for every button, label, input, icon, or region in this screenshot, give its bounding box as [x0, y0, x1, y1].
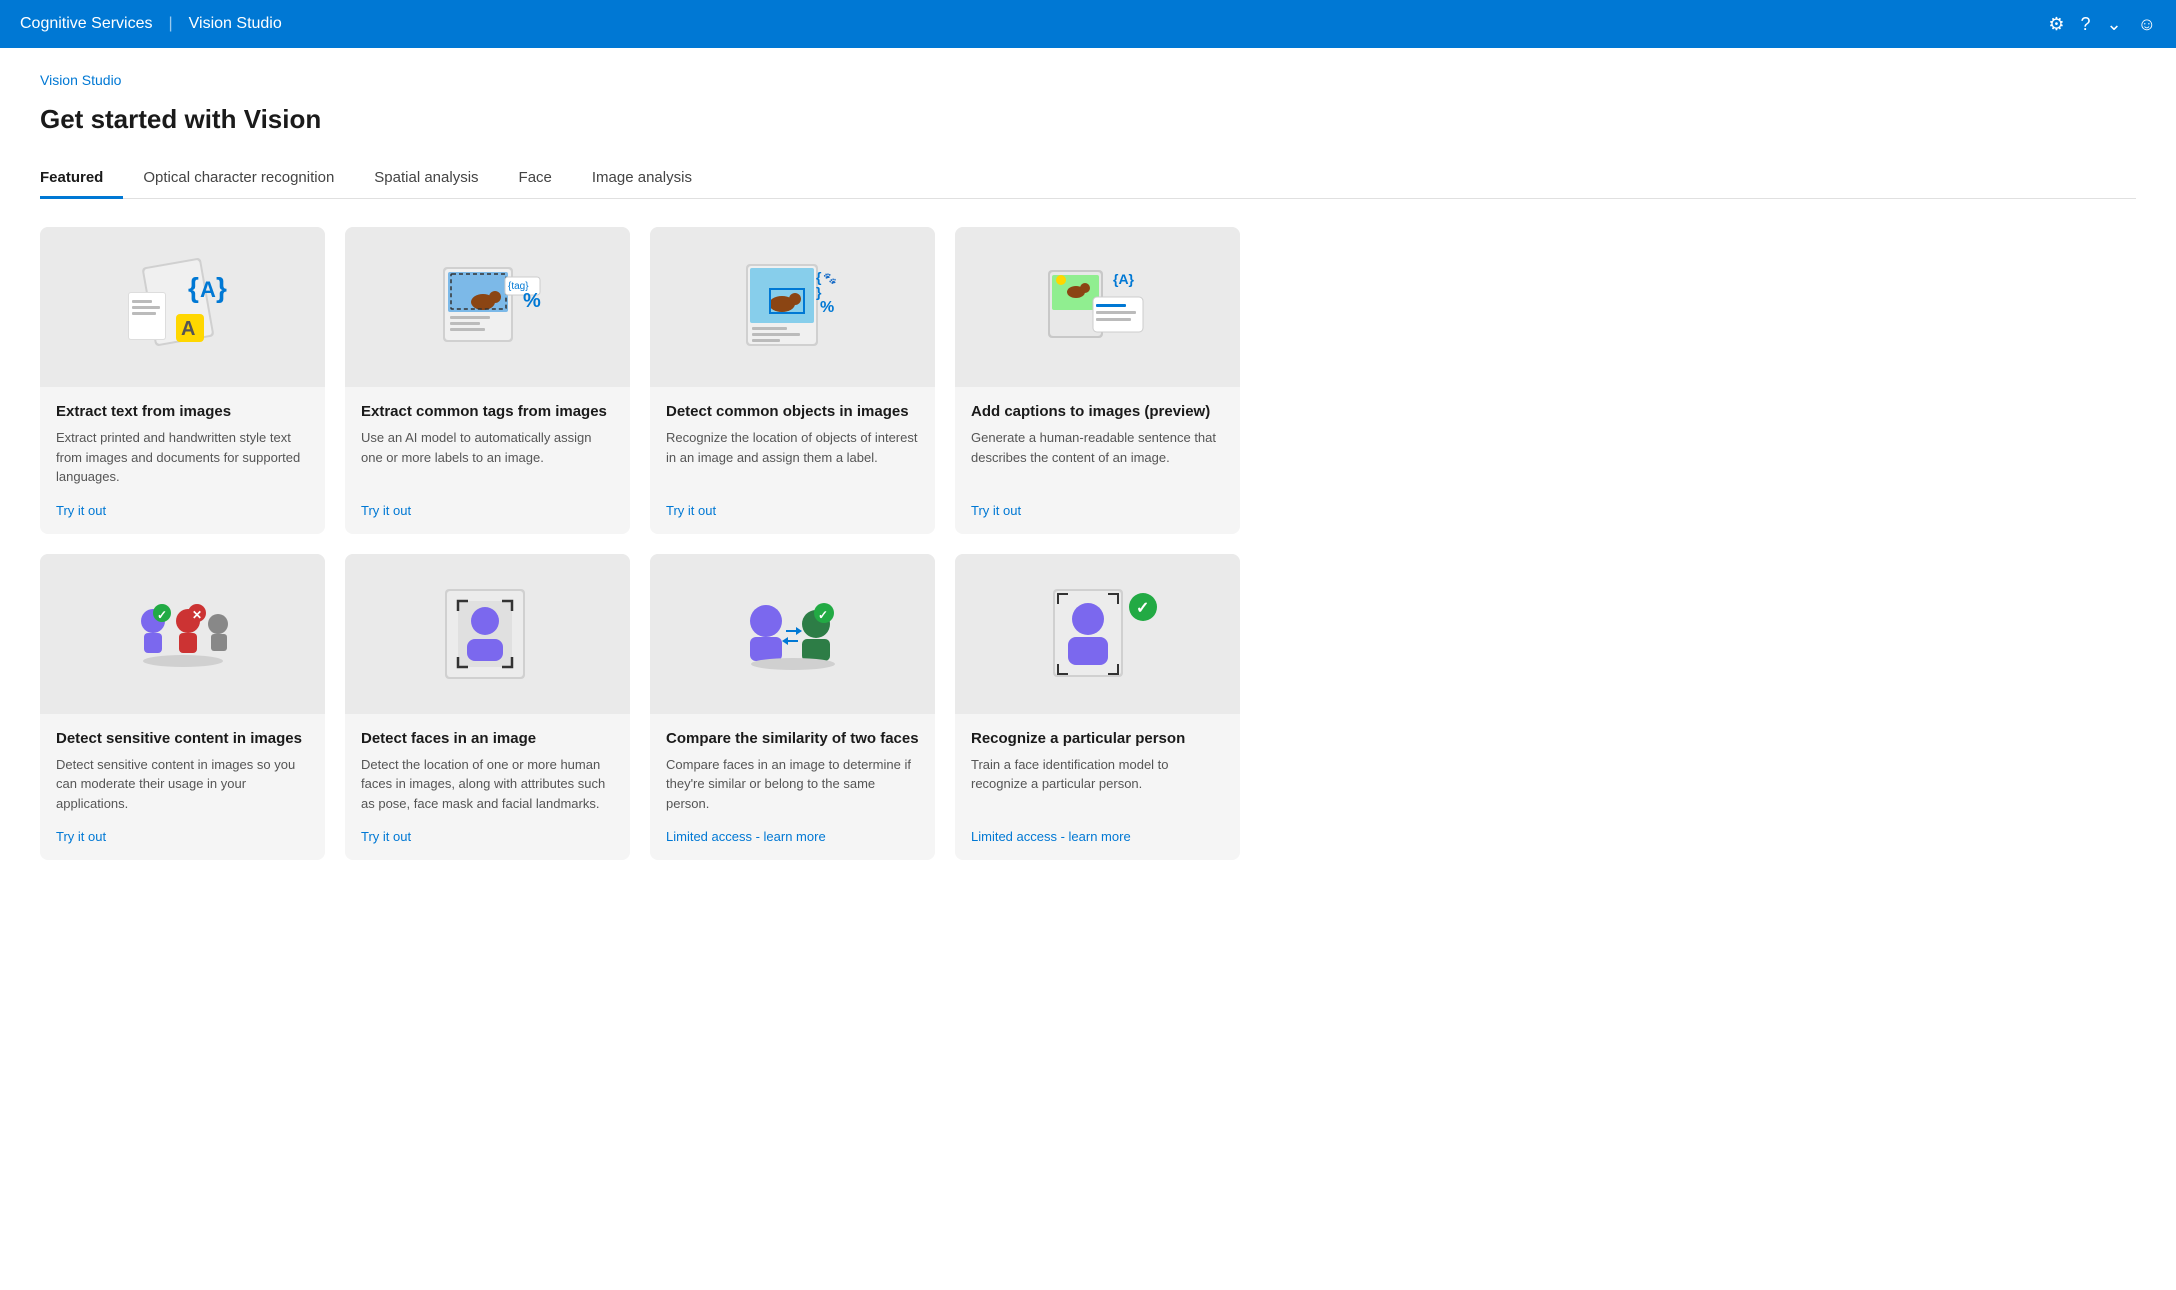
card-detect-sensitive-link[interactable]: Try it out: [56, 829, 309, 844]
card-extract-tags: {tag} % Extract common tags from images …: [345, 227, 630, 534]
card-extract-tags-link[interactable]: Try it out: [361, 503, 614, 518]
svg-text:✓: ✓: [157, 608, 167, 622]
card-extract-tags-image: {tag} %: [345, 227, 630, 387]
card-extract-text-body: Extract text from images Extract printed…: [40, 387, 325, 534]
card-detect-objects: { 🐾 } % Detect common objects in images …: [650, 227, 935, 534]
card-compare-faces-title: Compare the similarity of two faces: [666, 730, 919, 747]
svg-text:}: }: [216, 272, 227, 303]
tab-face[interactable]: Face: [499, 159, 572, 199]
card-add-captions-description: Generate a human-readable sentence that …: [971, 428, 1224, 487]
card-detect-faces: Detect faces in an image Detect the loca…: [345, 554, 630, 861]
top-navigation: Cognitive Services | Vision Studio ⚙ ? ⌄…: [0, 0, 2176, 48]
nav-divider: |: [169, 15, 173, 33]
svg-text:✕: ✕: [192, 608, 202, 622]
chevron-down-icon[interactable]: ⌄: [2107, 14, 2122, 35]
card-detect-faces-body: Detect faces in an image Detect the loca…: [345, 714, 630, 861]
main-content: Vision Studio Get started with Vision Fe…: [0, 48, 2176, 1290]
detect-faces-illustration: [423, 569, 553, 699]
card-add-captions-title: Add captions to images (preview): [971, 403, 1224, 420]
card-extract-tags-title: Extract common tags from images: [361, 403, 614, 420]
card-add-captions-body: Add captions to images (preview) Generat…: [955, 387, 1240, 534]
card-detect-objects-description: Recognize the location of objects of int…: [666, 428, 919, 487]
card-detect-faces-title: Detect faces in an image: [361, 730, 614, 747]
extract-tags-illustration: {tag} %: [423, 242, 553, 372]
compare-faces-illustration: ✓: [728, 569, 858, 699]
card-add-captions: {A} Add captions to images (preview) Gen…: [955, 227, 1240, 534]
tab-image-analysis[interactable]: Image analysis: [572, 159, 712, 199]
card-detect-sensitive-title: Detect sensitive content in images: [56, 730, 309, 747]
recognize-person-illustration: ✓: [1033, 569, 1163, 699]
card-compare-faces-description: Compare faces in an image to determine i…: [666, 755, 919, 814]
nav-icons: ⚙ ? ⌄ ☺: [2048, 14, 2156, 35]
card-compare-faces: ✓ Compare the similarity of two faces Co…: [650, 554, 935, 861]
svg-text:A: A: [200, 277, 216, 302]
svg-text:%: %: [820, 299, 834, 316]
card-detect-faces-description: Detect the location of one or more human…: [361, 755, 614, 814]
card-recognize-person-link[interactable]: Limited access - learn more: [971, 829, 1224, 844]
card-detect-sensitive-body: Detect sensitive content in images Detec…: [40, 714, 325, 861]
card-recognize-person-title: Recognize a particular person: [971, 730, 1224, 747]
card-detect-objects-image: { 🐾 } %: [650, 227, 935, 387]
nav-title: Cognitive Services: [20, 15, 153, 33]
card-extract-text-title: Extract text from images: [56, 403, 309, 420]
card-detect-sensitive-image: ✓ ✕: [40, 554, 325, 714]
card-grid-row1: { A } A Extract text from images Extract…: [40, 227, 1240, 534]
card-extract-tags-body: Extract common tags from images Use an A…: [345, 387, 630, 534]
card-extract-text-description: Extract printed and handwritten style te…: [56, 428, 309, 487]
card-compare-faces-image: ✓: [650, 554, 935, 714]
svg-text:✓: ✓: [1136, 600, 1149, 617]
svg-text:%: %: [523, 290, 541, 312]
card-detect-objects-link[interactable]: Try it out: [666, 503, 919, 518]
card-add-captions-image: {A}: [955, 227, 1240, 387]
add-captions-illustration: {A}: [1033, 242, 1163, 372]
card-extract-text-image: { A } A: [40, 227, 325, 387]
card-compare-faces-link[interactable]: Limited access - learn more: [666, 829, 919, 844]
card-recognize-person-description: Train a face identification model to rec…: [971, 755, 1224, 814]
card-recognize-person-body: Recognize a particular person Train a fa…: [955, 714, 1240, 861]
detect-objects-illustration: { 🐾 } %: [728, 242, 858, 372]
card-detect-faces-image: [345, 554, 630, 714]
tab-spatial[interactable]: Spatial analysis: [354, 159, 498, 199]
extract-text-illustration: { A } A: [118, 242, 248, 372]
card-recognize-person-image: ✓: [955, 554, 1240, 714]
card-detect-sensitive-description: Detect sensitive content in images so yo…: [56, 755, 309, 814]
nav-brand: Cognitive Services | Vision Studio: [20, 15, 282, 33]
user-avatar-icon[interactable]: ☺: [2138, 14, 2156, 35]
svg-text:{: {: [816, 269, 822, 285]
svg-text:🐾: 🐾: [823, 273, 837, 285]
svg-text:}: }: [816, 284, 822, 300]
tab-featured[interactable]: Featured: [40, 159, 123, 199]
card-detect-objects-title: Detect common objects in images: [666, 403, 919, 420]
breadcrumb[interactable]: Vision Studio: [40, 72, 2136, 88]
card-grid-row2: ✓ ✕ Detect sensitive content in images D…: [40, 554, 1240, 861]
gear-icon[interactable]: ⚙: [2048, 14, 2064, 35]
nav-subtitle: Vision Studio: [189, 15, 282, 33]
tab-ocr[interactable]: Optical character recognition: [123, 159, 354, 199]
detect-sensitive-illustration: ✓ ✕: [118, 569, 248, 699]
card-extract-tags-description: Use an AI model to automatically assign …: [361, 428, 614, 487]
svg-text:{A}: {A}: [1113, 271, 1135, 287]
card-detect-sensitive: ✓ ✕ Detect sensitive content in images D…: [40, 554, 325, 861]
svg-text:A: A: [181, 318, 195, 340]
card-compare-faces-body: Compare the similarity of two faces Comp…: [650, 714, 935, 861]
svg-text:✓: ✓: [818, 608, 828, 622]
card-detect-faces-link[interactable]: Try it out: [361, 829, 614, 844]
page-title: Get started with Vision: [40, 104, 2136, 135]
tabs-container: Featured Optical character recognition S…: [40, 159, 2136, 199]
card-detect-objects-body: Detect common objects in images Recogniz…: [650, 387, 935, 534]
card-extract-text-link[interactable]: Try it out: [56, 503, 309, 518]
card-extract-text: { A } A Extract text from images Extract…: [40, 227, 325, 534]
svg-text:{: {: [188, 272, 199, 303]
help-icon[interactable]: ?: [2081, 14, 2091, 35]
card-add-captions-link[interactable]: Try it out: [971, 503, 1224, 518]
card-recognize-person: ✓ Recognize a particular person Train a …: [955, 554, 1240, 861]
